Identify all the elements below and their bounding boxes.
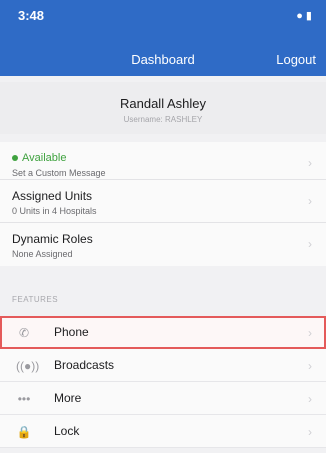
chevron-right-icon: › xyxy=(308,425,312,439)
status-bar-icons: ● ▮ xyxy=(296,10,312,22)
availability-status: Available xyxy=(12,152,66,164)
feature-label: Broadcasts xyxy=(54,358,115,372)
availability-label: Available xyxy=(22,152,67,164)
dynamic-roles-subtitle: None Assigned xyxy=(12,249,73,259)
chevron-right-icon: › xyxy=(308,237,312,251)
feature-item-phone[interactable]: ✆ Phone › xyxy=(0,316,326,349)
profile-card: Randall Ashley Username: RASHLEY xyxy=(0,82,326,134)
assigned-units-subtitle: 0 Units in 4 Hospitals xyxy=(12,206,97,216)
chevron-right-icon: › xyxy=(308,194,312,208)
feature-label: Lock xyxy=(54,424,80,438)
features-section-header: FEATURES xyxy=(12,295,59,304)
dynamic-roles-title: Dynamic Roles xyxy=(12,232,93,246)
phone-icon: ✆ xyxy=(18,326,30,340)
chevron-right-icon: › xyxy=(308,359,312,373)
broadcast-icon: ((●)) xyxy=(16,359,40,373)
profile-subtitle: Username: RASHLEY xyxy=(123,115,203,124)
chevron-right-icon: › xyxy=(308,156,312,170)
user-settings-list: Available Set a Custom Message › Assigne… xyxy=(0,142,326,266)
logout-button[interactable]: Logout xyxy=(276,52,316,67)
assigned-units-title: Assigned Units xyxy=(12,189,93,203)
available-dot-icon xyxy=(12,155,18,162)
feature-item-more[interactable]: ••• More › xyxy=(0,382,326,415)
dynamic-roles-row[interactable]: Dynamic Roles None Assigned › xyxy=(0,223,326,266)
app-header: 3:48 ● ▮ Dashboard Logout xyxy=(0,0,326,76)
availability-row[interactable]: Available Set a Custom Message › xyxy=(0,142,326,180)
status-bar-time: 3:48 xyxy=(18,8,45,23)
features-list: ✆ Phone › ((●)) Broadcasts › ••• More › … xyxy=(0,316,326,448)
feature-label: More xyxy=(54,391,82,405)
assigned-units-row[interactable]: Assigned Units 0 Units in 4 Hospitals › xyxy=(0,180,326,223)
lock-icon: 🔒 xyxy=(16,425,32,439)
feature-item-broadcasts[interactable]: ((●)) Broadcasts › xyxy=(0,349,326,382)
chevron-right-icon: › xyxy=(308,392,312,406)
feature-label: Phone xyxy=(54,325,89,339)
more-icon: ••• xyxy=(17,392,31,406)
custom-message-label: Set a Custom Message xyxy=(12,168,106,178)
chevron-right-icon: › xyxy=(308,326,312,340)
profile-name: Randall Ashley xyxy=(120,96,206,111)
feature-item-lock[interactable]: 🔒 Lock › xyxy=(0,415,326,448)
